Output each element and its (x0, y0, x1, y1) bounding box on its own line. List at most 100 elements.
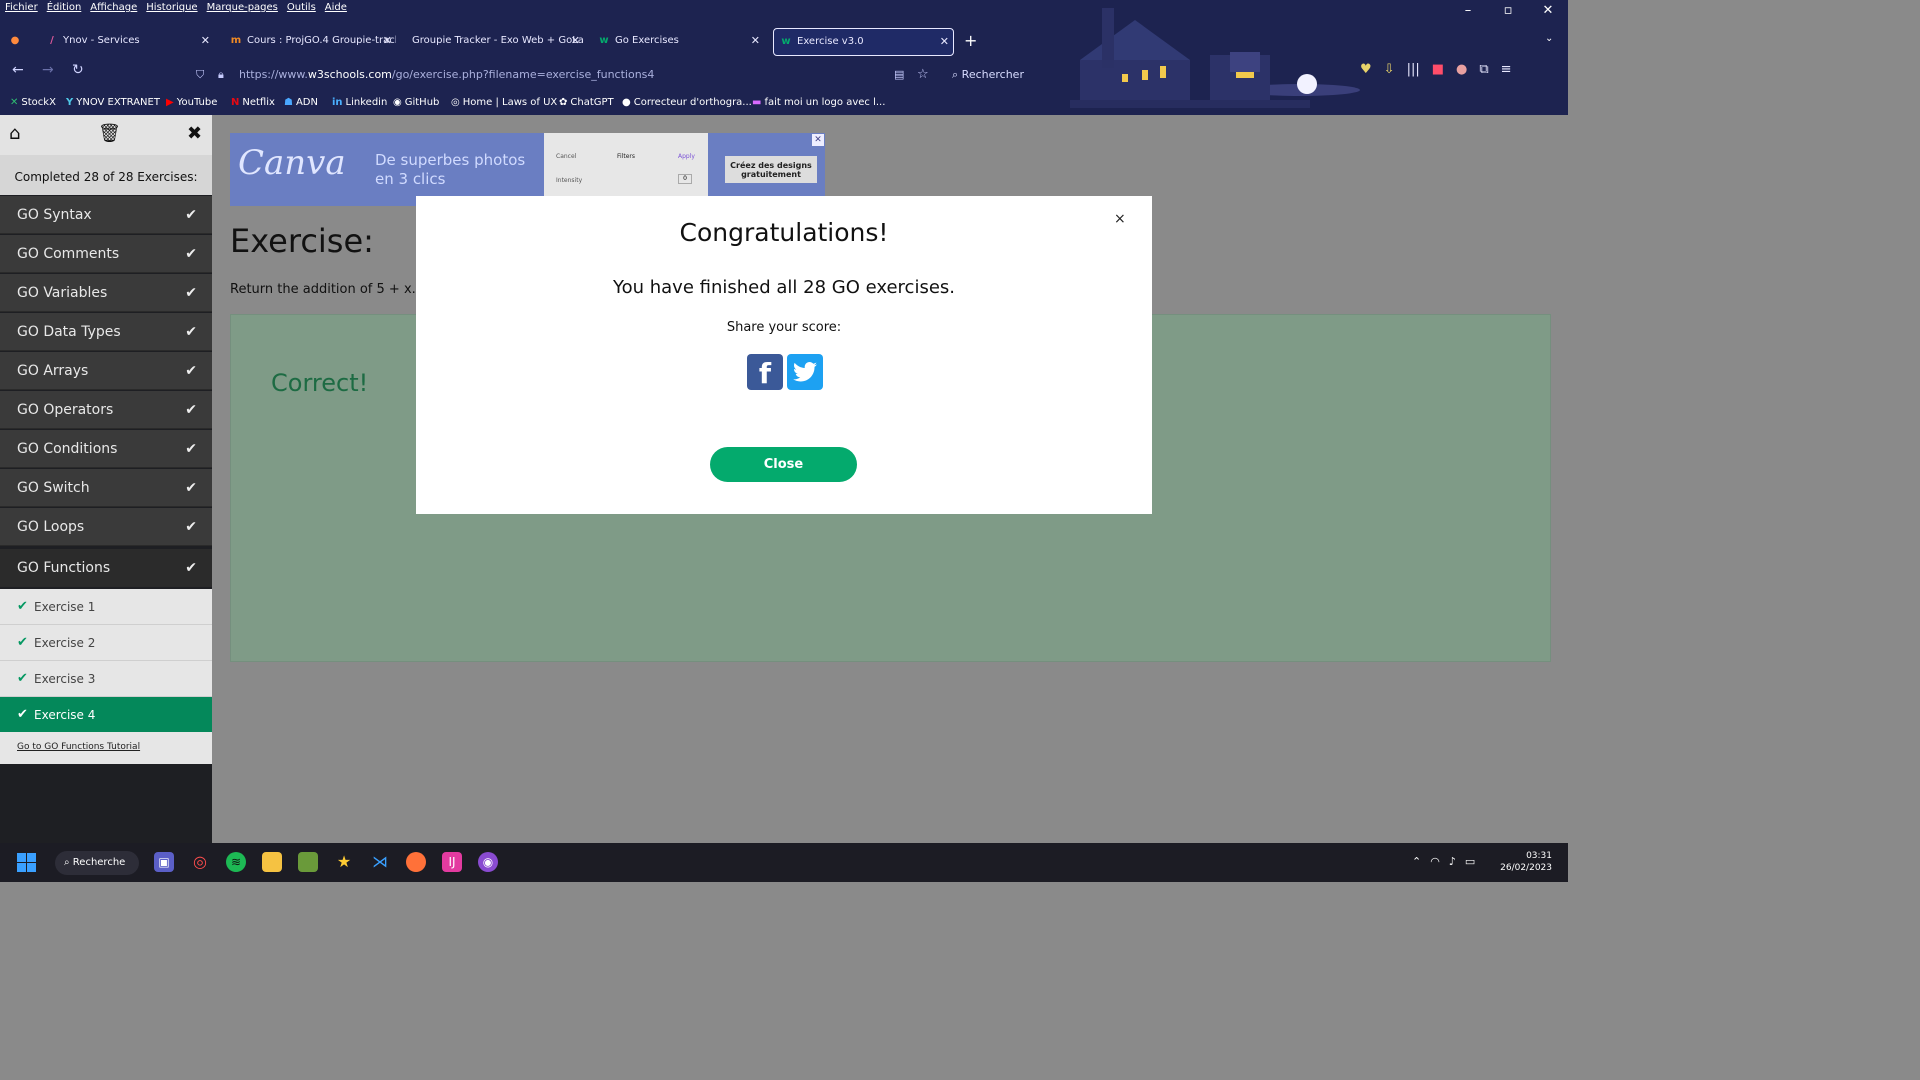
close-sidebar-icon[interactable]: ✖ (187, 123, 202, 144)
url-path: /go/exercise.php?filename=exercise_funct… (391, 68, 655, 81)
extension-face-icon[interactable]: ● (1456, 62, 1467, 77)
clock[interactable]: 03:31 26/02/2023 (1500, 850, 1552, 874)
tab-cours[interactable]: m Cours : ProjGO.4 Groupie-track ✕ (224, 28, 396, 56)
tab-close-icon[interactable]: ✕ (201, 28, 210, 54)
windows-start-icon[interactable] (17, 853, 36, 872)
home-icon[interactable]: ⌂ (9, 123, 20, 144)
extension-red-icon[interactable]: ■ (1432, 62, 1444, 77)
taskbar-search[interactable]: ⌕ Recherche (55, 851, 139, 875)
new-tab-icon[interactable]: + (964, 31, 977, 50)
tab-ynov-services[interactable]: / Ynov - Services ✕ (40, 28, 214, 56)
tab-groupie-tracker[interactable]: Groupie Tracker - Exo Web + GoLan ✕ (406, 28, 584, 56)
menu-affichage[interactable]: Affichage (90, 0, 137, 18)
hamburger-menu-icon[interactable]: ≡ (1501, 62, 1512, 77)
battery-icon[interactable]: ▭ (1465, 855, 1475, 868)
star-app-icon[interactable]: ★ (334, 852, 354, 872)
volume-icon[interactable]: ♪ (1449, 855, 1456, 868)
bookmark-laws-of-ux[interactable]: ◎ Home | Laws of UX (451, 95, 557, 111)
intellij-icon[interactable]: IJ (442, 852, 462, 872)
tab-close-icon[interactable]: ✕ (383, 28, 392, 54)
twitter-share-icon[interactable] (787, 354, 823, 390)
bookmark-youtube[interactable]: ▶ YouTube (166, 95, 217, 111)
bookmark-adn[interactable]: ☗ ADN (284, 95, 318, 111)
teams-icon[interactable]: ▣ (154, 852, 174, 872)
topic-go-arrays[interactable]: GO Arrays ✔ (0, 352, 212, 390)
menu-outils[interactable]: Outils (287, 0, 316, 18)
firefox-menu-icon[interactable]: ● (9, 28, 35, 56)
menu-edition[interactable]: Édition (47, 0, 82, 18)
check-icon: ✔ (17, 599, 28, 614)
forward-icon[interactable]: → (42, 62, 54, 78)
window-close-button[interactable]: ✕ (1528, 0, 1568, 22)
exercise-4[interactable]: ✔ Exercise 4 (0, 697, 212, 733)
bookmark-ynov-extranet[interactable]: Y YNOV EXTRANET (66, 95, 160, 111)
lock-icon[interactable]: 🔒︎ (218, 63, 224, 87)
facebook-share-icon[interactable]: f (747, 354, 783, 390)
modal-message: You have finished all 28 GO exercises. (613, 277, 955, 298)
extensions-icon[interactable]: ⧉ (1479, 62, 1488, 77)
url-bar[interactable]: ⛉ 🔒︎ https://www.w3schools.com/go/exerci… (190, 63, 1030, 87)
bookmark-linkedin[interactable]: in Linkedin (332, 95, 387, 111)
menu-historique[interactable]: Historique (146, 0, 197, 18)
topic-go-variables[interactable]: GO Variables ✔ (0, 274, 212, 312)
tutorial-link[interactable]: Go to GO Functions Tutorial (0, 732, 212, 764)
tray-chevron-icon[interactable]: ⌃ (1412, 855, 1421, 868)
bookmark-netflix[interactable]: N Netflix (231, 95, 275, 111)
trash-icon[interactable]: 🗑︎ (98, 123, 121, 144)
bookmark-stockx[interactable]: ✕ StockX (10, 95, 56, 111)
maximize-button[interactable]: ▫ (1488, 0, 1528, 22)
topic-go-conditions[interactable]: GO Conditions ✔ (0, 430, 212, 468)
clock-time: 03:31 (1526, 851, 1552, 861)
minecraft-icon[interactable] (298, 852, 318, 872)
pocket-icon[interactable]: ♥ (1360, 62, 1372, 77)
exercise-2[interactable]: ✔ Exercise 2 (0, 625, 212, 661)
ad-headline: De superbes photos en 3 clics (375, 151, 526, 188)
topic-go-switch[interactable]: GO Switch ✔ (0, 469, 212, 507)
bookmark-github[interactable]: ◉ GitHub (393, 95, 439, 111)
downloads-icon[interactable]: ⇩ (1384, 62, 1395, 77)
topic-go-syntax[interactable]: GO Syntax ✔ (0, 196, 212, 234)
list-tabs-icon[interactable]: ⌄ (1545, 33, 1553, 44)
check-icon: ✔ (185, 285, 197, 301)
topic-go-comments[interactable]: GO Comments ✔ (0, 235, 212, 273)
close-button[interactable]: Close (710, 447, 857, 482)
opera-icon[interactable]: ◎ (190, 852, 210, 872)
tab-close-icon[interactable]: ✕ (571, 28, 580, 54)
github-desktop-icon[interactable]: ◉ (478, 852, 498, 872)
topic-go-data-types[interactable]: GO Data Types ✔ (0, 313, 212, 351)
minimize-button[interactable]: – (1448, 0, 1488, 22)
back-icon[interactable]: ← (12, 62, 24, 78)
file-explorer-icon[interactable] (262, 852, 282, 872)
reader-view-icon[interactable]: ▤ (894, 63, 904, 87)
vscode-icon[interactable]: ⋊ (370, 852, 390, 872)
menu-aide[interactable]: Aide (325, 0, 347, 18)
shield-icon[interactable]: ⛉ (196, 63, 204, 87)
topic-go-functions[interactable]: GO Functions ✔ (0, 549, 212, 587)
tab-go-exercises[interactable]: w Go Exercises ✕ (592, 28, 764, 56)
ad-close-icon[interactable]: ✕ (812, 134, 824, 146)
library-icon[interactable]: ||| (1407, 62, 1420, 77)
bookmark-correcteur[interactable]: ● Correcteur d'orthogra... (622, 95, 752, 111)
bookmark-star-icon[interactable]: ☆ (917, 63, 929, 87)
topic-go-operators[interactable]: GO Operators ✔ (0, 391, 212, 429)
menu-marque-pages[interactable]: Marque-pages (207, 0, 278, 18)
search-box[interactable]: ⌕ Rechercher (952, 62, 1024, 88)
ad-cta-button[interactable]: Créez des designs gratuitement (725, 156, 817, 183)
menu-fichier[interactable]: Fichier (5, 0, 38, 18)
exercise-1[interactable]: ✔ Exercise 1 (0, 589, 212, 625)
topic-go-loops[interactable]: GO Loops ✔ (0, 508, 212, 546)
bookmark-chatgpt[interactable]: ✿ ChatGPT (559, 95, 614, 111)
reload-icon[interactable]: ↻ (72, 62, 84, 78)
wifi-icon[interactable]: ◠ (1430, 855, 1440, 868)
check-icon: ✔ (185, 560, 197, 576)
firefox-taskbar-icon[interactable] (406, 852, 426, 872)
check-icon: ✔ (185, 363, 197, 379)
tab-close-icon[interactable]: ✕ (940, 29, 949, 55)
spotify-icon[interactable]: ≋ (226, 852, 246, 872)
exercise-3[interactable]: ✔ Exercise 3 (0, 661, 212, 697)
check-icon: ✔ (185, 324, 197, 340)
theme-scenery-image (1070, 8, 1360, 108)
bookmark-logo[interactable]: ▬ fait moi un logo avec l... (752, 95, 885, 111)
tab-exercise-v3[interactable]: w Exercise v3.0 ✕ (773, 28, 954, 56)
tab-close-icon[interactable]: ✕ (751, 28, 760, 54)
